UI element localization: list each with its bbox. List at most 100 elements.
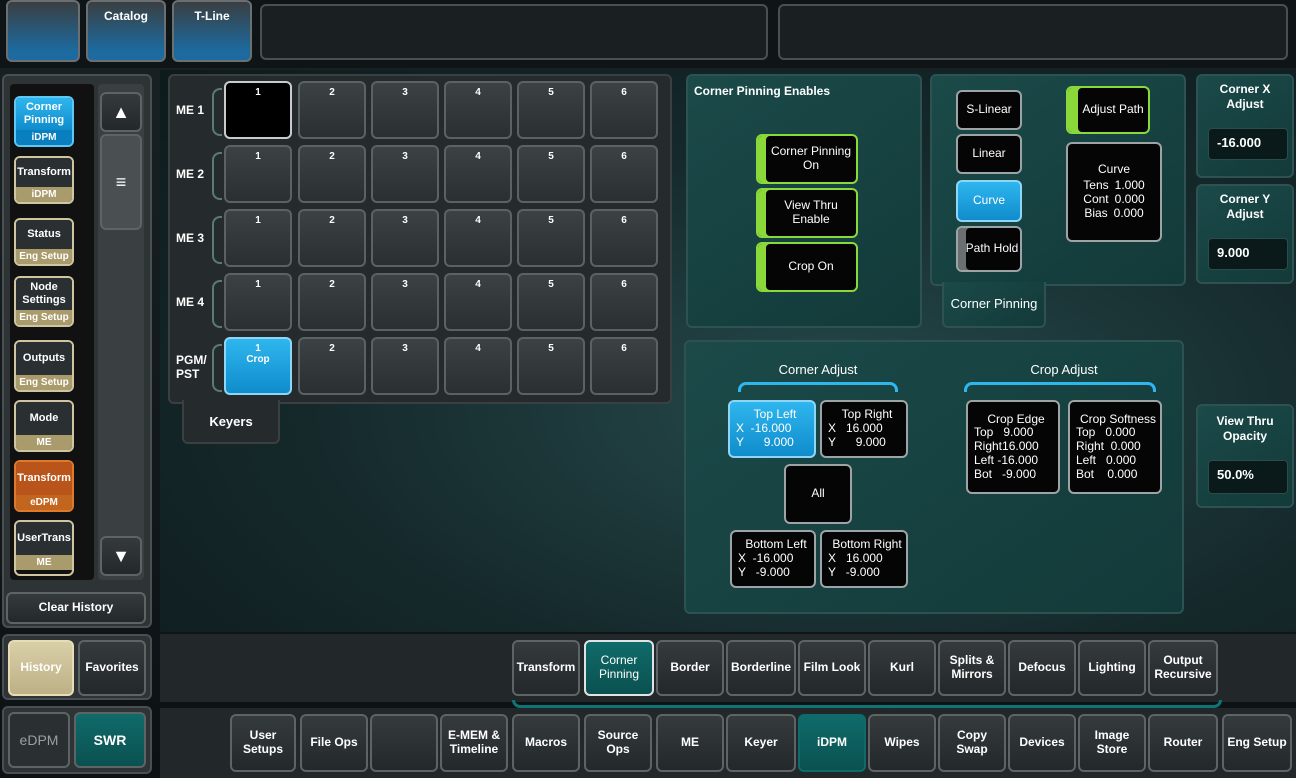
nav-wipes[interactable]: Wipes: [868, 714, 936, 772]
top-tab-blank[interactable]: [6, 0, 80, 62]
keyer-me3-5[interactable]: 5: [517, 209, 585, 267]
keyer-me1-3[interactable]: 3: [371, 81, 439, 139]
keyer-me1-5[interactable]: 5: [517, 81, 585, 139]
nav-keyer[interactable]: Keyer: [726, 714, 796, 772]
adjust-path-button[interactable]: Adjust Path: [1066, 86, 1150, 134]
s-linear-button[interactable]: S-Linear: [956, 90, 1022, 130]
keyer-me3-2[interactable]: 2: [298, 209, 366, 267]
curve-button[interactable]: Curve: [956, 180, 1022, 222]
keyer-me2-6[interactable]: 6: [590, 145, 658, 203]
keyer-pgm-4[interactable]: 4: [444, 337, 512, 395]
curve-params-button[interactable]: Curve Tens 1.000 Cont 0.000 Bias 0.000: [1066, 142, 1162, 242]
nav-source-ops[interactable]: Source Ops: [584, 714, 652, 772]
crop-edge-button[interactable]: Crop Edge Top 9.000 Right16.000 Left -16…: [966, 400, 1060, 494]
keyer-me4-3[interactable]: 3: [371, 273, 439, 331]
keyer-me4-1[interactable]: 1: [224, 273, 292, 331]
all-corners-button[interactable]: All: [784, 464, 852, 524]
keyer-me4-2[interactable]: 2: [298, 273, 366, 331]
path-hold-button[interactable]: Path Hold: [956, 226, 1022, 272]
nav-me[interactable]: ME: [656, 714, 724, 772]
scroll-thumb[interactable]: ≡: [100, 134, 142, 230]
sidebar-item-mode[interactable]: Mode ME: [14, 400, 74, 453]
crop-softness-button[interactable]: Crop Softness Top 0.000 Right 0.000 Left…: [1068, 400, 1162, 494]
subtab-film-look[interactable]: Film Look: [798, 640, 866, 696]
corner-pinning-on-button[interactable]: Corner Pinning On: [756, 134, 858, 184]
clear-history-button[interactable]: Clear History: [6, 592, 146, 624]
corner-adjust-bracket: [738, 382, 898, 392]
sidebar-item-corner-pinning[interactable]: Corner Pinning iDPM: [14, 96, 74, 148]
keyer-me2-5[interactable]: 5: [517, 145, 585, 203]
top-right-button[interactable]: Top Right X 16.000 Y 9.000: [820, 400, 908, 458]
keyer-me4-6[interactable]: 6: [590, 273, 658, 331]
top-tab-tline[interactable]: T-Line: [172, 0, 252, 62]
subtab-kurl[interactable]: Kurl: [868, 640, 936, 696]
crop-softness-right: Right 0.000: [1076, 439, 1141, 454]
keyer-me3-6[interactable]: 6: [590, 209, 658, 267]
keyer-me2-3[interactable]: 3: [371, 145, 439, 203]
nav-emem-timeline[interactable]: E-MEM & Timeline: [440, 714, 508, 772]
linear-button[interactable]: Linear: [956, 134, 1022, 174]
corner-y-value[interactable]: 9.000: [1208, 238, 1288, 270]
keyers-tab[interactable]: Keyers: [182, 400, 280, 444]
nav-eng-setup[interactable]: Eng Setup: [1222, 714, 1292, 772]
top-tab-catalog[interactable]: Catalog: [86, 0, 166, 62]
swr-button[interactable]: SWR: [74, 712, 146, 768]
nav-file-ops[interactable]: File Ops: [300, 714, 368, 772]
keyer-pgm-6[interactable]: 6: [590, 337, 658, 395]
keyer-me2-4[interactable]: 4: [444, 145, 512, 203]
nav-image-store[interactable]: Image Store: [1078, 714, 1146, 772]
subtab-corner-pinning[interactable]: Corner Pinning: [584, 640, 654, 696]
nav-macros[interactable]: Macros: [512, 714, 580, 772]
sidebar-item-usertrans[interactable]: UserTrans ME: [14, 520, 74, 576]
keyer-me1-6[interactable]: 6: [590, 81, 658, 139]
nav-user-setups[interactable]: User Setups: [230, 714, 296, 772]
keyer-me3-4[interactable]: 4: [444, 209, 512, 267]
top-left-button[interactable]: Top Left X -16.000 Y 9.000: [728, 400, 816, 458]
bottom-right-button[interactable]: Bottom Right X 16.000 Y -9.000: [820, 530, 908, 588]
scroll-down-button[interactable]: ▼: [100, 536, 142, 576]
nav-devices[interactable]: Devices: [1008, 714, 1076, 772]
keyer-me3-3[interactable]: 3: [371, 209, 439, 267]
row-label-me4: ME 4: [176, 295, 205, 309]
subtab-lighting[interactable]: Lighting: [1078, 640, 1146, 696]
subtab-borderline[interactable]: Borderline: [726, 640, 796, 696]
subtab-output-recursive[interactable]: Output Recursive: [1148, 640, 1218, 696]
keyer-me4-4[interactable]: 4: [444, 273, 512, 331]
sidebar-item-outputs[interactable]: Outputs Eng Setup: [14, 340, 74, 393]
nav-router[interactable]: Router: [1148, 714, 1218, 772]
edpm-button[interactable]: eDPM: [8, 712, 70, 768]
subtab-border[interactable]: Border: [656, 640, 724, 696]
corner-pinning-tab[interactable]: Corner Pinning: [942, 282, 1046, 328]
keyer-pgm-5[interactable]: 5: [517, 337, 585, 395]
keyer-me2-2[interactable]: 2: [298, 145, 366, 203]
keyer-pgm-1[interactable]: 1 Crop: [224, 337, 292, 395]
scroll-up-button[interactable]: ▲: [100, 92, 142, 132]
view-thru-opacity-value[interactable]: 50.0%: [1208, 460, 1288, 494]
keyer-me1-4[interactable]: 4: [444, 81, 512, 139]
subtab-transform[interactable]: Transform: [512, 640, 580, 696]
keyer-pgm-3[interactable]: 3: [371, 337, 439, 395]
sidebar-item-node-settings[interactable]: Node Settings Eng Setup: [14, 276, 74, 328]
corner-x-value[interactable]: -16.000: [1208, 128, 1288, 160]
sidebar-item-status[interactable]: Status Eng Setup: [14, 218, 74, 267]
keyer-me3-1[interactable]: 1: [224, 209, 292, 267]
subtab-defocus[interactable]: Defocus: [1008, 640, 1076, 696]
subtab-splits-mirrors[interactable]: Splits & Mirrors: [938, 640, 1006, 696]
nav-idpm[interactable]: iDPM: [798, 714, 866, 772]
favorites-button[interactable]: Favorites: [78, 640, 146, 696]
sidebar-item-transform-edpm[interactable]: Transform eDPM: [14, 460, 74, 513]
nav-blank[interactable]: [370, 714, 438, 772]
crop-softness-title: Crop Softness: [1079, 411, 1157, 426]
keyer-me2-1[interactable]: 1: [224, 145, 292, 203]
crop-on-button[interactable]: Crop On: [756, 242, 858, 292]
sidebar-item-transform-idpm[interactable]: Transform iDPM: [14, 156, 74, 205]
keyer-me4-5[interactable]: 5: [517, 273, 585, 331]
keyer-me1-1[interactable]: 1: [224, 81, 292, 139]
nav-copy-swap[interactable]: Copy Swap: [938, 714, 1006, 772]
crop-softness-top: Top 0.000: [1076, 425, 1136, 440]
history-button[interactable]: History: [8, 640, 74, 696]
keyer-me1-2[interactable]: 2: [298, 81, 366, 139]
keyer-pgm-2[interactable]: 2: [298, 337, 366, 395]
view-thru-enable-button[interactable]: View Thru Enable: [756, 188, 858, 238]
bottom-left-button[interactable]: Bottom Left X -16.000 Y -9.000: [730, 530, 816, 588]
